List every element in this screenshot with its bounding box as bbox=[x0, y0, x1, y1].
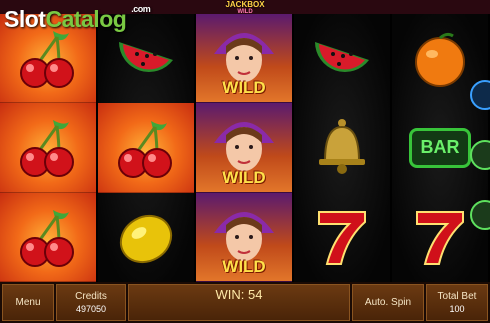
credits-value: 497050 bbox=[75, 304, 107, 314]
total-bet-label: Total Bet bbox=[437, 291, 477, 302]
wild-label: WILD bbox=[222, 78, 266, 98]
cherry-icon bbox=[20, 31, 74, 89]
slotcatalog-watermark: SlotCatalog .com bbox=[4, 4, 151, 32]
watermelon-icon bbox=[315, 41, 369, 72]
reel-1 bbox=[0, 14, 98, 282]
symbol-seven bbox=[294, 193, 390, 282]
symbol-cherry bbox=[0, 192, 96, 282]
menu-label: Menu bbox=[15, 297, 41, 308]
wild-label: WILD bbox=[222, 256, 266, 276]
symbol-wild: WILD bbox=[196, 14, 292, 104]
symbol-cherry bbox=[98, 103, 194, 193]
watermelon-icon bbox=[119, 41, 173, 72]
symbol-wild: WILD bbox=[196, 192, 292, 282]
reels-area: WILD WILD WILD BAR bbox=[0, 14, 490, 282]
auto-spin-button[interactable]: Auto. Spin bbox=[352, 284, 424, 321]
total-bet-button[interactable]: Total Bet 100 bbox=[426, 284, 488, 321]
cherry-icon bbox=[20, 120, 74, 178]
wild-label: WILD bbox=[222, 167, 266, 187]
win-panel: WIN: 54 bbox=[128, 284, 350, 321]
credits-panel: Credits 497050 bbox=[56, 284, 126, 321]
reel-3: WILD WILD WILD bbox=[196, 14, 294, 282]
credits-label: Credits bbox=[75, 291, 107, 302]
symbol-bell bbox=[294, 103, 390, 192]
symbol-lemon bbox=[98, 193, 194, 282]
reel-2 bbox=[98, 14, 196, 282]
seven-icon bbox=[318, 211, 366, 266]
symbol-watermelon bbox=[294, 14, 390, 103]
win-amount: WIN: 54 bbox=[215, 287, 263, 302]
symbol-cherry bbox=[0, 103, 96, 193]
bell-icon bbox=[319, 118, 365, 174]
total-bet-value: 100 bbox=[449, 304, 465, 314]
cherry-icon bbox=[118, 120, 172, 178]
bar-symbol-label: BAR bbox=[409, 127, 471, 168]
control-bar: Menu Credits 497050 WIN: 54 Auto. Spin T… bbox=[0, 282, 490, 323]
symbol-wild: WILD bbox=[196, 103, 292, 193]
menu-button[interactable]: Menu bbox=[2, 284, 54, 321]
cherry-icon bbox=[20, 209, 74, 267]
orange-icon bbox=[415, 32, 465, 87]
game-logo-title: JACKBOX bbox=[225, 0, 265, 9]
game-logo-subtitle: WILD bbox=[237, 9, 253, 15]
lemon-icon bbox=[119, 214, 173, 263]
game-logo: JACKBOX WILD bbox=[214, 0, 276, 20]
reel-4 bbox=[294, 14, 392, 282]
slot-game-screen: SlotCatalog .com JACKBOX WILD WILD WILD … bbox=[0, 0, 490, 323]
auto-spin-label: Auto. Spin bbox=[364, 297, 412, 308]
seven-icon bbox=[416, 211, 464, 266]
